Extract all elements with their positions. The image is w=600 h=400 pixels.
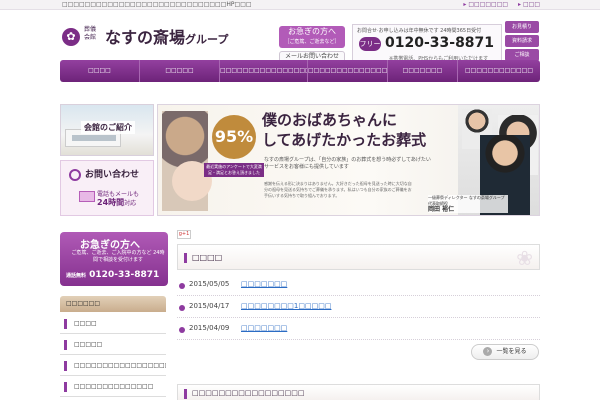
side-menu-heading: □□□□□□ xyxy=(60,296,166,312)
tel-number[interactable]: 0120-33-8871 xyxy=(385,35,494,51)
side-menu-item-1[interactable]: □□□□ xyxy=(60,314,166,334)
site-tagline: □□□□□□□□□□□□□□□□□□□□□□□□□□□□□HP□□□ xyxy=(62,1,252,8)
logo-suffix: グループ xyxy=(185,33,229,46)
news-more-button[interactable]: 一覧を見る xyxy=(471,344,539,360)
brochure-button[interactable]: 資料請求 xyxy=(505,35,539,47)
inquiry-card[interactable]: お問い合わせ 電話もメールも 24時間対応 xyxy=(60,160,154,216)
nav-item-1[interactable]: □□□□ xyxy=(60,60,140,82)
bullet-icon xyxy=(179,305,185,311)
director-caption: 一級葬祭ディレクター なすの斎場グループ代表取締役 岡田 裕仁 xyxy=(428,195,508,213)
hall-intro-card[interactable]: 会館のご紹介 xyxy=(60,104,154,156)
hero-title-line2: してあげたかったお葬式 xyxy=(262,131,427,149)
urgent-card[interactable]: お急ぎの方へ ご危篤、ご逝去、ご入院中の方など 24時間で相談を受付けます 通話… xyxy=(60,232,168,286)
news-row: 2015/05/05 □□□□□□□ xyxy=(177,276,540,296)
news-link[interactable]: □□□□□□□ xyxy=(241,324,287,332)
logo-main-text: なすの斎場 xyxy=(105,28,186,47)
tel-hours: お問合せ·お申し込みは年中無休です 24時間365日受付 xyxy=(357,28,482,34)
top-link-1[interactable]: □□□□□□□ xyxy=(463,1,508,8)
google-plus-button[interactable]: g+1 xyxy=(177,230,191,239)
urgent-button[interactable]: お急ぎの方へ ［ご危篤、ご逝去など］ xyxy=(279,26,345,48)
site-logo[interactable]: なすの斎場グループ xyxy=(105,24,228,48)
news-heading: □□□□ ❀ xyxy=(177,244,540,270)
global-nav: □□□□ □□□□□ □□□□□□□□□□□□□□□ □□□□□ □□□□□□□□… xyxy=(60,60,540,82)
top-bar: □□□□□□□□□□□□□□□□□□□□□□□□□□□□□HP□□□ □□□□□… xyxy=(0,0,600,10)
inquiry-sub-tail: 対応 xyxy=(124,200,137,207)
nav-item-5[interactable]: □□□□□□□ xyxy=(388,60,458,82)
side-menu-item-3[interactable]: □□□□□□□□□□□□□□□□□□ xyxy=(60,356,166,376)
inquiry-label: お問い合わせ xyxy=(85,170,140,180)
phone-icon xyxy=(69,169,81,181)
director-name: 岡田 裕仁 xyxy=(428,206,455,213)
news-date: 2015/04/09 xyxy=(189,324,230,332)
satisfaction-badge-caption: 最近実施のアンケートで大変満足・満足とお答え頂きました xyxy=(204,163,264,177)
urgent-card-title: お急ぎの方へ xyxy=(80,240,140,251)
hero-banner[interactable]: 95% 最近実施のアンケートで大変満足・満足とお答え頂きました 僕のおばあちゃん… xyxy=(157,104,540,216)
director-role: 一級葬祭ディレクター なすの斎場グループ代表取締役 xyxy=(428,195,505,206)
news-link[interactable]: □□□□□□□□1□□□□□ xyxy=(241,302,331,310)
urgent-card-tel: 通話無料 0120-33-8871 xyxy=(66,270,159,280)
hall-intro-label: 会館のご紹介 xyxy=(81,121,135,134)
side-menu-item-2[interactable]: □□□□□ xyxy=(60,335,166,355)
envelope-icon xyxy=(79,191,95,202)
news-row: 2015/04/17 □□□□□□□□1□□□□□ xyxy=(177,298,540,318)
section-heading: □□□□□□□□□□□□□□□□□ xyxy=(177,384,540,400)
urgent-card-desc: ご危篤、ご逝去、ご入院中の方など 24時間で相談を受付けます xyxy=(71,250,165,263)
nav-item-3[interactable]: □□□□□□□□□□□□□□□□□□□□ xyxy=(220,60,308,82)
hero-copy-detail: 感謝を伝える形に決まりはありません。大好きだった祖母を見送った時に大切な自分の祖… xyxy=(264,181,412,198)
flower-decoration-icon: ❀ xyxy=(516,246,533,270)
urgent-card-tel-number: 0120-33-8871 xyxy=(89,270,160,280)
side-menu-item-4[interactable]: □□□□□□□□□□□□□□ xyxy=(60,377,166,397)
tel-box: お問合せ·お申し込みは年中無休です 24時間365日受付 フリー 0120-33… xyxy=(352,24,502,64)
hero-title-line1: 僕のおばあちゃんに xyxy=(262,111,398,129)
bullet-icon xyxy=(179,283,185,289)
news-heading-text: □□□□ xyxy=(192,253,223,262)
logo-subtext: 葬儀 会館 xyxy=(84,26,97,41)
estimate-button[interactable]: お見積り xyxy=(505,21,539,33)
inquiry-sub: 電話もメールも 24時間対応 xyxy=(97,191,139,208)
urgent-button-sub: ［ご危篤、ご逝去など］ xyxy=(284,39,340,45)
inquiry-sub-line1: 電話もメールも xyxy=(97,191,140,198)
top-link-2[interactable]: □□□ xyxy=(518,1,540,8)
nav-item-6[interactable]: □□□□□□□□□□□□ xyxy=(458,60,540,82)
hero-copy: なすの斎場グループは、「自分の家族」のお葬式を想う時必ずしてあげたいサービスをお… xyxy=(264,157,431,170)
news-link[interactable]: □□□□□□□ xyxy=(241,280,287,288)
bullet-icon xyxy=(179,327,185,333)
nav-item-2[interactable]: □□□□□ xyxy=(140,60,220,82)
top-links: □□□□□□□ □□□ xyxy=(455,1,540,8)
nav-item-4[interactable]: □□□□□□□□□□□□□□ xyxy=(308,60,388,82)
freedial-icon: フリー xyxy=(359,37,381,51)
logo-flower-icon[interactable]: ✿ xyxy=(62,28,80,46)
urgent-card-tel-prefix: 通話無料 xyxy=(66,273,87,279)
news-date: 2015/05/05 xyxy=(189,280,230,288)
urgent-button-label: お急ぎの方へ xyxy=(288,27,336,36)
satisfaction-badge: 95% xyxy=(212,115,256,159)
news-date: 2015/04/17 xyxy=(189,302,230,310)
site-header: ✿ 葬儀 会館 なすの斎場グループ お急ぎの方へ ［ご危篤、ご逝去など］ メール… xyxy=(0,10,600,64)
inquiry-sub-hours: 24時間 xyxy=(97,198,125,207)
news-row: 2015/04/09 □□□□□□□ xyxy=(177,320,540,340)
